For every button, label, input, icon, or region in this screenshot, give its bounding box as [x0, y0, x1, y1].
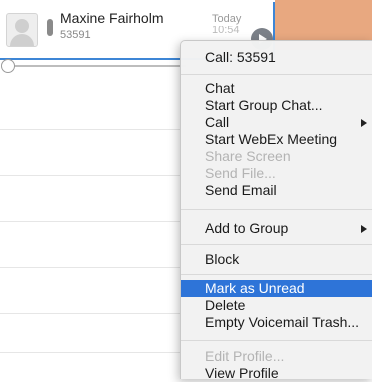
- playback-slider-thumb[interactable]: [1, 59, 15, 73]
- timestamp: Today: [212, 13, 242, 25]
- menu-item-mark-as-unread[interactable]: Mark as Unread: [181, 280, 372, 297]
- menu-item-view-profile[interactable]: View Profile: [181, 365, 372, 382]
- menu-item-edit-profile: Edit Profile...: [205, 348, 285, 364]
- list-divider: [0, 267, 190, 268]
- menu-item-empty-voicemail-trash[interactable]: Empty Voicemail Trash...: [181, 314, 372, 331]
- menu-item-add-to-group-label: Add to Group: [205, 220, 289, 236]
- avatar: [6, 13, 38, 47]
- list-divider: [0, 313, 190, 314]
- menu-item-send-file: Send File...: [205, 165, 276, 181]
- menu-item-call[interactable]: Call: [181, 114, 372, 131]
- timestamp-time: 10:54: [212, 26, 240, 34]
- menu-item-block[interactable]: Block: [181, 251, 372, 268]
- list-divider: [0, 175, 190, 176]
- menu-item-share-screen: Share Screen: [205, 148, 291, 164]
- menu-item-delete[interactable]: Delete: [181, 297, 372, 314]
- playback-slider-track[interactable]: [10, 65, 186, 67]
- menu-item-add-to-group[interactable]: Add to Group: [181, 220, 372, 237]
- menu-separator: [181, 244, 372, 245]
- presence-indicator: [47, 19, 53, 36]
- menu-separator: [181, 274, 372, 275]
- list-divider: [0, 352, 190, 353]
- menu-separator: [181, 74, 372, 75]
- context-menu: Call: 53591 Chat Start Group Chat... Cal…: [180, 40, 372, 382]
- menu-item-start-group-chat[interactable]: Start Group Chat...: [181, 97, 372, 114]
- menu-item-start-webex[interactable]: Start WebEx Meeting: [181, 131, 372, 148]
- menu-separator: [181, 340, 372, 341]
- contact-name: Maxine Fairholm: [60, 10, 164, 26]
- menu-item-send-email[interactable]: Send Email: [181, 182, 372, 199]
- menu-item-chat[interactable]: Chat: [181, 80, 372, 97]
- menu-separator: [181, 209, 372, 210]
- submenu-arrow-icon: [361, 225, 367, 233]
- menu-item-call-number[interactable]: Call: 53591: [181, 49, 372, 66]
- list-divider: [0, 129, 190, 130]
- menu-item-call-label: Call: [205, 114, 230, 130]
- contact-extension: 53591: [60, 29, 91, 41]
- list-divider: [0, 221, 190, 222]
- submenu-arrow-icon: [361, 119, 367, 127]
